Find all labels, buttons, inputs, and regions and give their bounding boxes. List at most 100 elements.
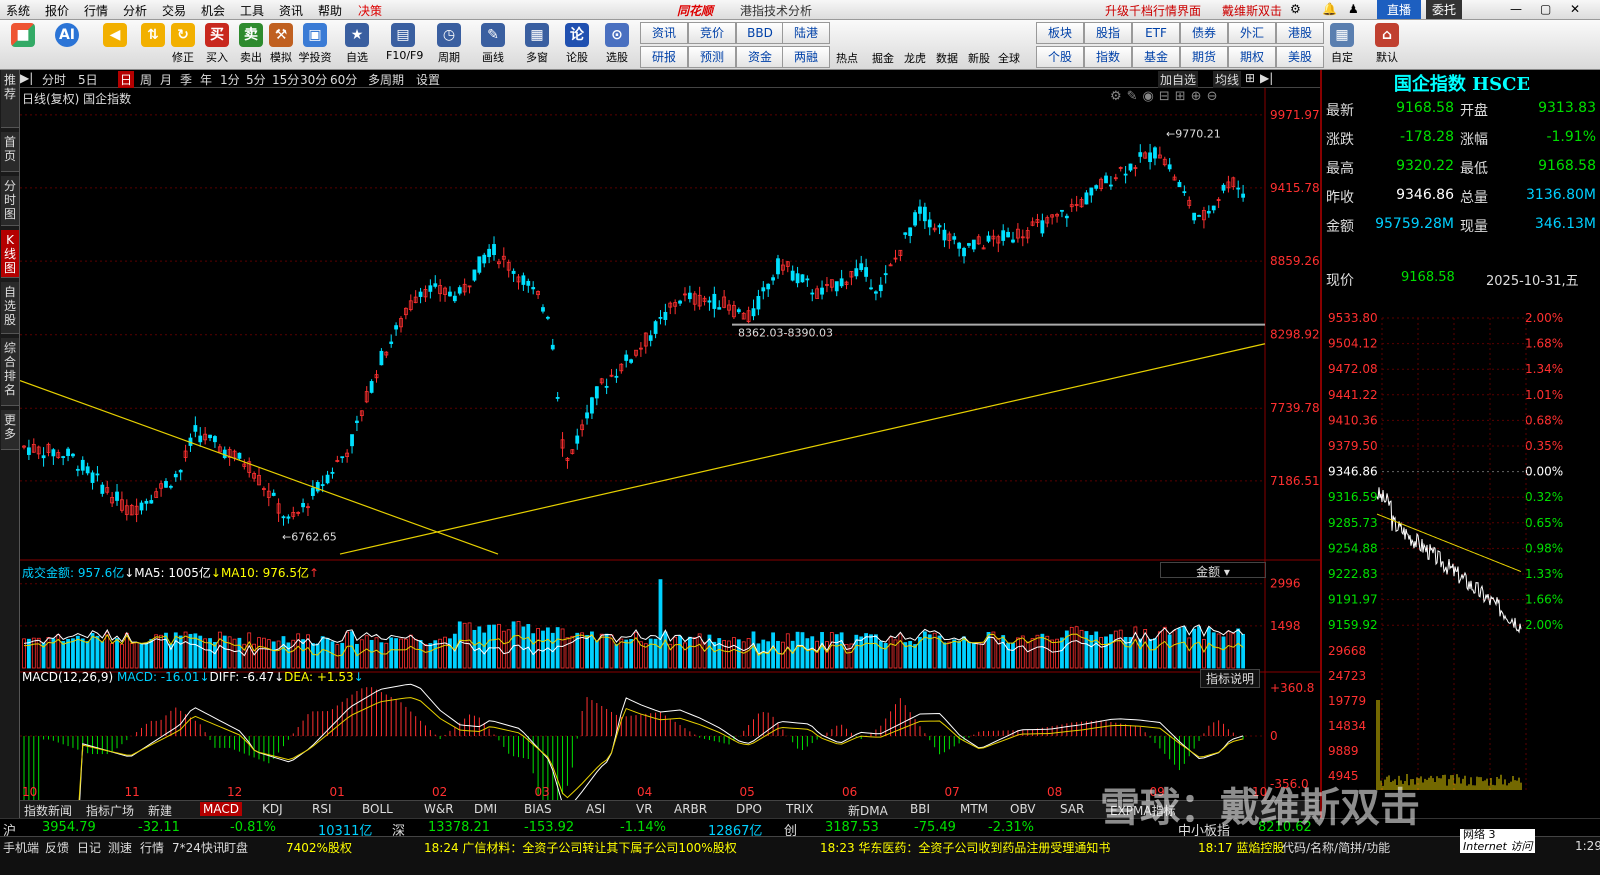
news-item-1[interactable]: 反馈 xyxy=(45,839,69,856)
news-item-4[interactable]: 行情 xyxy=(140,839,164,856)
period-9[interactable]: 15分 xyxy=(272,71,299,88)
bottom-tab-3[interactable]: MACD xyxy=(200,802,242,816)
bottom-tab-16[interactable]: BBI xyxy=(910,802,930,816)
news-item-6[interactable]: 盯盘 xyxy=(224,839,248,856)
toolbar-btn-5[interactable]: ★ 自选 xyxy=(340,22,374,68)
toolbar-btn-11[interactable]: ⊙ 选股 xyxy=(600,22,634,68)
toolbar-grid2-4[interactable]: 外汇 xyxy=(1228,22,1276,44)
news-item-0[interactable]: 手机端 xyxy=(3,839,39,856)
bottom-tab-15[interactable]: 新DMA xyxy=(848,802,888,819)
toolbar-grid-3[interactable]: 陆港 xyxy=(782,22,830,44)
toolbar-btn-9[interactable]: ▦ 多窗 xyxy=(520,22,554,68)
period-2[interactable]: 日 xyxy=(118,71,135,88)
period-8[interactable]: 5分 xyxy=(246,71,266,88)
user-name[interactable]: 戴维斯双击 xyxy=(1222,2,1282,19)
bottom-tab-2[interactable]: 新建 xyxy=(148,802,172,819)
toolbar-grid-1[interactable]: 竞价 xyxy=(688,22,736,44)
toolbar-grid-7[interactable]: 数据 xyxy=(930,22,964,68)
delegate-button[interactable]: 委托 xyxy=(1426,0,1463,19)
bottom-tab-8[interactable]: DMI xyxy=(474,802,497,816)
toolbar-grid2-0[interactable]: 板块 xyxy=(1036,22,1084,44)
period-11[interactable]: 60分 xyxy=(330,71,357,88)
toolbar-grid-row2-1[interactable]: 预测 xyxy=(688,46,736,68)
period-7[interactable]: 1分 xyxy=(220,71,240,88)
bottom-tab-7[interactable]: W&R xyxy=(424,802,454,816)
toolbar-grid2-2[interactable]: ETF xyxy=(1132,22,1180,44)
period-12[interactable]: 多周期 xyxy=(368,71,404,88)
bottom-tab-9[interactable]: BIAS xyxy=(524,802,552,816)
period-10[interactable]: 30分 xyxy=(300,71,327,88)
window-icon[interactable]: ⊞ xyxy=(1245,71,1255,85)
toolbar-btn-3[interactable]: ⚒ 模拟 xyxy=(264,22,298,68)
volume-selector[interactable]: 金额 ▾ xyxy=(1160,562,1266,579)
toolbar-btn-8[interactable]: ✎ 画线 xyxy=(476,22,510,68)
sidebar-tab-2[interactable]: 分时图 xyxy=(1,176,19,226)
news-item-5[interactable]: 7*24快讯 xyxy=(172,839,225,856)
news-item-3[interactable]: 测速 xyxy=(108,839,132,856)
bottom-tab-4[interactable]: KDJ xyxy=(262,802,283,816)
menu-2[interactable]: 行情 xyxy=(84,2,108,19)
bottom-tab-11[interactable]: VR xyxy=(636,802,653,816)
toolbar-grid-row2-2[interactable]: 资金 xyxy=(736,46,784,68)
toolbar-btn-4[interactable]: ▣ 学投资 xyxy=(298,22,332,68)
menu-0[interactable]: 系统 xyxy=(6,2,30,19)
period-6[interactable]: 年 xyxy=(200,71,212,88)
toolbar-grid2-row2-1[interactable]: 指数 xyxy=(1084,46,1132,68)
menu-1[interactable]: 报价 xyxy=(45,2,69,19)
bottom-tab-5[interactable]: RSI xyxy=(312,802,332,816)
ai-icon[interactable]: AI xyxy=(50,22,84,68)
menu-8[interactable]: 帮助 xyxy=(318,2,342,19)
news-item-9[interactable]: 18:23 华东医药：全资子公司收到药品注册受理通知书 xyxy=(820,839,1110,856)
menu-6[interactable]: 工具 xyxy=(240,2,264,19)
bottom-tab-1[interactable]: 指标广场 xyxy=(86,802,134,819)
sidebar-tab-3[interactable]: K线图 xyxy=(1,230,19,278)
indicator-help-button[interactable]: 指标说明 xyxy=(1200,669,1261,688)
toolbar-grid2-5[interactable]: 港股 xyxy=(1276,22,1324,44)
period-5[interactable]: 季 xyxy=(180,71,192,88)
default-button[interactable]: ⌂ 默认 xyxy=(1370,22,1404,68)
toolbar-btn-2[interactable]: 卖卖出 xyxy=(234,22,268,68)
sidebar-tab-5[interactable]: 综合排名 xyxy=(1,338,19,406)
chart-tool-icons[interactable]: ⚙✎◉⊟⊞⊕⊖ xyxy=(1110,89,1222,104)
chart-canvas[interactable]: 9971.97 9415.78 8859.26 8298.92 7739.78 7186.… xyxy=(19,88,1320,860)
toolbar-grid-2[interactable]: BBD xyxy=(736,22,784,44)
bottom-tab-0[interactable]: 指数新闻 xyxy=(24,802,72,819)
bottom-tab-6[interactable]: BOLL xyxy=(362,802,393,816)
toolbar-grid2-1[interactable]: 股指 xyxy=(1084,22,1132,44)
bottom-tab-19[interactable]: SAR xyxy=(1060,802,1084,816)
bell-icon[interactable]: 🔔 xyxy=(1322,2,1337,16)
bottom-tab-18[interactable]: OBV xyxy=(1010,802,1036,816)
period-1[interactable]: 5日 xyxy=(78,71,98,88)
add-watchlist-button[interactable]: 加自选 xyxy=(1158,71,1199,88)
news-item-10[interactable]: 18:17 蓝焰控股 xyxy=(1198,839,1284,856)
menu-5[interactable]: 机会 xyxy=(201,2,225,19)
home-logo-icon[interactable]: ■ xyxy=(6,22,40,68)
toolbar-grid-6[interactable]: 龙虎 xyxy=(898,22,932,68)
bottom-tab-12[interactable]: ARBR xyxy=(674,802,707,816)
toolbar-grid2-row2-5[interactable]: 美股 xyxy=(1276,46,1324,68)
toolbar-grid-8[interactable]: 新股 xyxy=(962,22,996,68)
news-item-11[interactable]: 代码/名称/简拼/功能 xyxy=(1282,839,1390,856)
period-3[interactable]: 周 xyxy=(140,71,152,88)
toolbar-grid2-row2-4[interactable]: 期权 xyxy=(1228,46,1276,68)
settings-icon[interactable]: ⚙ xyxy=(1290,2,1301,16)
maximize-icon[interactable]: ▢ xyxy=(1540,2,1551,16)
upgrade-link[interactable]: 升级千档行情界面 xyxy=(1105,2,1201,19)
toolbar-grid-4[interactable]: 热点 xyxy=(830,22,864,68)
sidebar-tab-1[interactable]: 首页 xyxy=(1,132,19,172)
bottom-tab-14[interactable]: TRIX xyxy=(786,802,813,816)
menu-9[interactable]: 决策 xyxy=(358,2,382,19)
toolbar-grid2-3[interactable]: 债券 xyxy=(1180,22,1228,44)
news-item-8[interactable]: 18:24 广信材料：全资子公司转让其下属子公司100%股权 xyxy=(424,839,737,856)
menu-3[interactable]: 分析 xyxy=(123,2,147,19)
news-item-7[interactable]: 7402%股权 xyxy=(286,839,352,856)
toolbar-grid-9[interactable]: 全球 xyxy=(992,22,1026,68)
toolbar-grid-0[interactable]: 资讯 xyxy=(640,22,688,44)
bottom-tab-17[interactable]: MTM xyxy=(960,802,988,816)
intraday-chart[interactable]: 9533.80 2.00% 9504.12 1.68% 9472.08 1.34% 9441… xyxy=(1322,310,1600,830)
menu-7[interactable]: 资讯 xyxy=(279,2,303,19)
toolbar-grid2-row2-2[interactable]: 基金 xyxy=(1132,46,1180,68)
minimize-icon[interactable]: — xyxy=(1510,2,1522,16)
live-button[interactable]: 直播 xyxy=(1377,0,1422,19)
toolbar-btn-7[interactable]: ◷ 周期 xyxy=(432,22,466,68)
